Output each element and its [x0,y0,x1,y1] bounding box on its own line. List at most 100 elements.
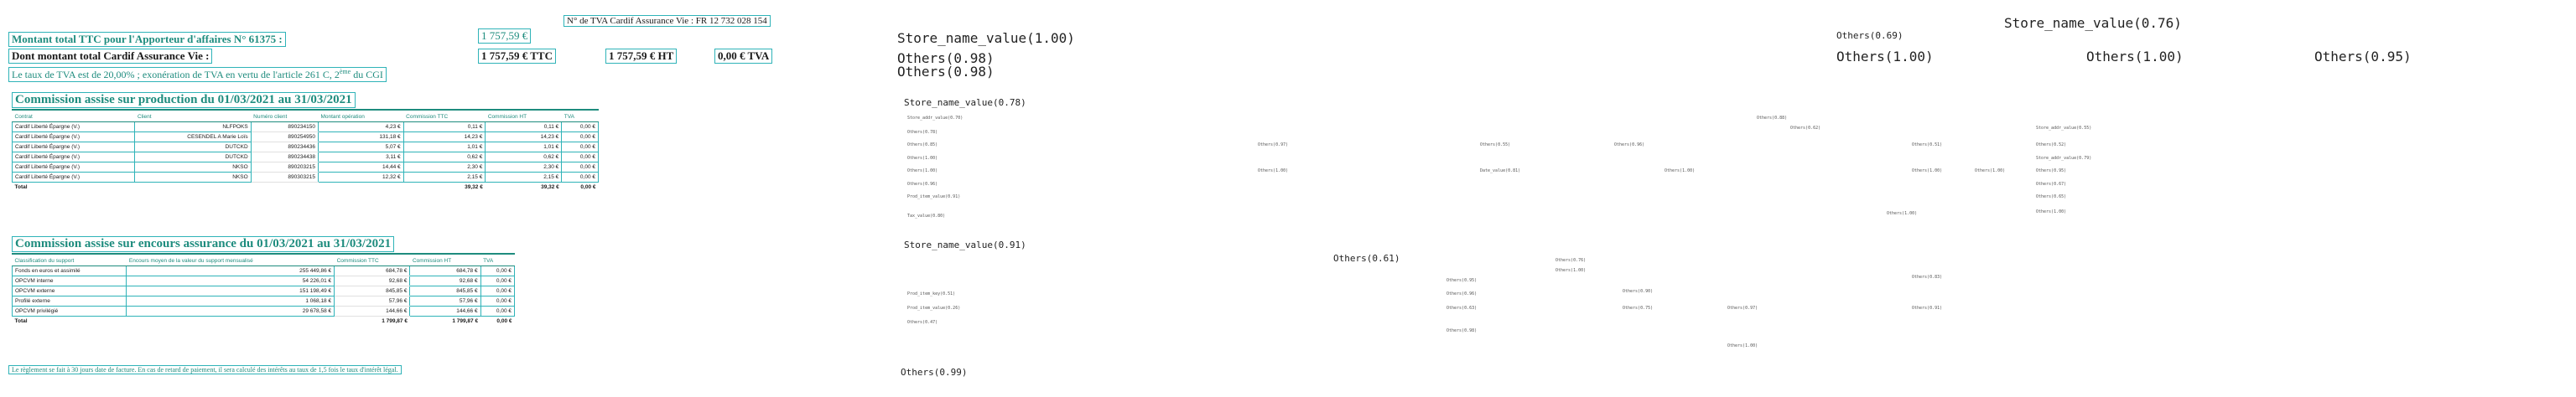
table-row-cell: 57,96 € [409,296,481,307]
ocr-label: Others(1.00) [1555,268,1587,273]
table-total-row: Total 1 799,87 € 1 799,87 € 0,00 € [13,317,515,327]
table-row-cell: 144,66 € [409,306,481,317]
ocr-label: Others(0.95) [2314,49,2412,64]
table-row-cell: 1,01 € [485,142,563,152]
table-row-cell: 54 226,01 € [126,276,335,286]
ocr-label: Others(0.67) [2036,182,2067,187]
table-row: Fonds en euros et assimilé 255 449,86 € 68… [11,266,516,276]
table-header-row-cell: Contrat [12,112,135,122]
table-row-cell: OPCVM externe [11,286,127,296]
ocr-label: Others(0.85) [907,142,938,147]
ocr-label: Others(0.76) [1555,258,1587,263]
table-row-cell: DUTCKD [134,142,252,152]
ocr-label: Store_name_value(0.76) [2004,15,2182,31]
ocr-label: Others(0.61) [1333,253,1400,264]
table-row-cell: OPCVM interne [11,276,127,286]
table-header-row-cell: Commission HT [485,112,562,122]
tva-note-end: du CGI [351,69,383,80]
montant-total-value: 1 757,59 € [478,28,532,44]
table-header-row: Contrat Client Numéro client Montant opérat… [12,112,599,122]
ocr-label: Others(0.96) [1446,291,1478,296]
ocr-label: Store_addr_value(0.70) [907,116,963,121]
table-row: Cardif Liberté Épargne (V.) NKSO 890303215… [11,172,599,183]
footer-note: Le règlement se fait à 30 jours date de … [8,365,402,374]
ocr-label: Store_name_value(0.91) [904,240,1026,250]
table-total-row-cell [251,183,318,193]
ocr-label: Others(0.47) [907,320,938,325]
table-header-row-cell: Commission HT [409,256,481,266]
table-row-cell: 845,85 € [334,286,410,296]
table-row-cell: 255 449,86 € [126,266,335,276]
table-row-cell: Cardif Liberté Épargne (V.) [11,142,136,152]
table-total-row-cell: 1 799,87 € [452,318,479,324]
ocr-label: Others(0.98) [1446,328,1478,333]
ocr-label: Tax_value(0.80) [907,214,946,219]
ocr-label: Others(0.99) [901,367,968,378]
table-row-cell: 0,00 € [480,286,516,296]
table-row-cell: 144,66 € [334,306,410,317]
table-row-cell: Fonds en euros et assimilé [11,266,127,276]
table-row-cell: 0,00 € [480,296,516,307]
ocr-label: Others(0.83) [1912,275,1943,280]
table-row-cell: 2,30 € [485,162,563,173]
table-row-cell: 0,11 € [402,121,486,132]
table-row-cell: NLFPOKS [134,121,252,132]
table-row-cell: CESENDEL A Marie Loïs [134,131,252,142]
ocr-label: Others(0.97) [1727,306,1758,311]
ocr-label: Others(1.00) [1975,168,2006,173]
table-row-cell: 890234436 [251,142,319,152]
table-row-cell: 0,00 € [561,131,599,142]
table-total-row: Total 39,32 € 39,32 € 0,00 € [13,183,599,193]
ocr-label: Others(0.69) [1836,30,1903,41]
table-total-row-cell: 0,00 € [580,184,596,190]
table-row-cell: 151 198,49 € [126,286,335,296]
ocr-label: Others(1.00) [907,168,938,173]
table-row-cell: 890303215 [251,172,319,183]
table-row-cell: 0,62 € [485,152,563,162]
table-row-cell: 14,44 € [317,162,404,173]
table-row-cell: 0,00 € [561,142,599,152]
table-header-row-cell: Montant opération [318,112,404,122]
table-row-cell: 0,11 € [485,121,563,132]
dont-ttc: 1 757,59 € TTC [478,49,556,64]
ocr-label: Prod_item_value(0.26) [907,306,961,311]
table-row-cell: 12,32 € [317,172,404,183]
table-row-cell: 4,23 € [317,121,404,132]
table-header-row-cell: Client [134,112,252,122]
ocr-label: Others(0.63) [1446,306,1478,311]
tva-number: N° de TVA Cardif Assurance Vie : FR 12 7… [564,15,771,27]
table-header-row-cell: Commission TTC [403,112,486,122]
ocr-label: Others(0.90) [1623,289,1654,294]
table-header-row-cell: TVA [561,112,599,122]
ocr-label: Others(1.00) [1727,343,1758,348]
ocr-label: Others(1.00) [1887,211,1918,216]
ocr-label: Prod_item_key(0.51) [907,291,956,296]
table-row: Cardif Liberté Épargne (V.) CESENDEL A Ma… [11,131,599,142]
ocr-label: Others(0.65) [2036,194,2067,199]
ocr-label: Date_value(0.81) [1480,168,1521,173]
table-row-cell: Cardif Liberté Épargne (V.) [11,121,136,132]
table-row-cell: 29 678,58 € [126,306,335,317]
ocr-label: Others(0.52) [2036,142,2067,147]
dont-ht: 1 757,59 € HT [605,49,678,64]
ocr-label: Others(1.00) [1665,168,1696,173]
table-row-cell: 890234150 [251,121,319,132]
table-row: Cardif Liberté Épargne (V.) NKSO 890203215… [11,162,599,173]
ocr-label: Others(0.78) [907,130,938,135]
tva-note: Le taux de TVA est de 20,00% ; exonérati… [8,67,387,82]
ocr-label: Others(1.00) [1912,168,1943,173]
table-header-row-cell: TVA [480,256,515,266]
encours-rule [12,253,515,255]
table-row-cell: 2,15 € [402,172,486,183]
table-header-row-cell: Numéro client [251,112,319,122]
table-row-cell: 0,00 € [561,162,599,173]
table-row: Cardif Liberté Épargne (V.) NLFPOKS 890234… [11,121,599,132]
table-header-row-cell: Encours moyen de la valeur du support me… [126,256,335,266]
ocr-label: Others(1.00) [1836,49,1934,64]
table-row-cell: 57,96 € [334,296,410,307]
montant-total-label: Montant total TTC pour l'Apporteur d'aff… [8,32,286,47]
ocr-label: Others(0.96) [1614,142,1645,147]
ocr-label: Others(0.88) [1757,116,1788,121]
table-row-cell: 684,78 € [409,266,481,276]
table-row-cell: 890234438 [251,152,319,162]
